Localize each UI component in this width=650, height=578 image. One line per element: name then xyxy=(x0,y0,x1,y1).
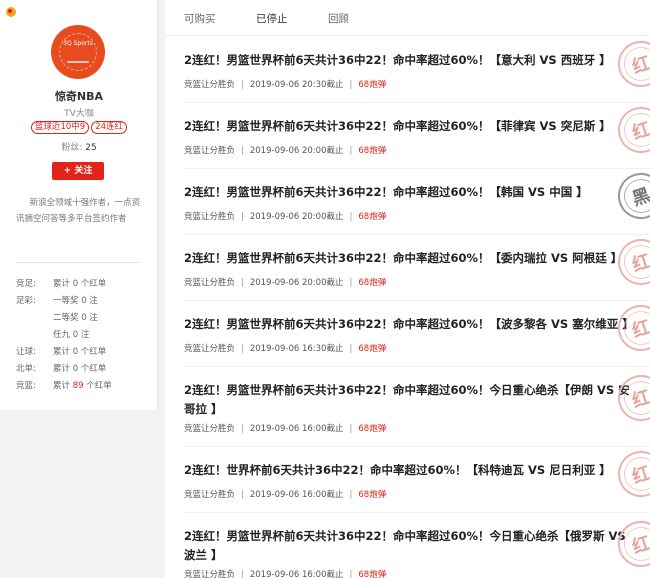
article-item[interactable]: 2连红！男篮世界杯前6天共计36中22！命中率超过60%！今日重心绝杀【伊朗 V… xyxy=(184,367,650,447)
article-item[interactable]: 2连红！男篮世界杯前6天共计36中22！命中率超过60%！【菲律宾 VS 突尼斯… xyxy=(184,101,650,169)
meta-separator: | xyxy=(349,424,353,434)
article-category: 竞篮让分胜负 xyxy=(184,278,236,288)
meta-separator: | xyxy=(241,424,244,434)
stat-row: 任九 0 注 xyxy=(53,330,90,340)
meta-separator: | xyxy=(349,80,353,90)
article-category: 竞篮让分胜负 xyxy=(184,490,236,500)
article-meta: 竞篮让分胜负 | 2019-09-06 16:30截止 | 68炮弹 xyxy=(184,342,386,354)
article-item[interactable]: 2连红！男篮世界杯前6天共计36中22！命中率超过60%！【意大利 VS 西班牙… xyxy=(184,35,650,103)
article-title[interactable]: 2连红！男篮世界杯前6天共计36中22！命中率超过60%！【韩国 VS 中国 】 xyxy=(184,183,639,202)
fans-number: 25 xyxy=(85,143,97,153)
article-title[interactable]: 2连红！男篮世界杯前6天共计36中22！命中率超过60%！【委内瑞拉 VS 阿根… xyxy=(184,249,639,268)
article-price: 68炮弹 xyxy=(358,212,387,222)
result-red-stamp-icon: 红 xyxy=(612,233,650,291)
article-meta: 竞篮让分胜负 | 2019-09-06 16:00截止 | 68炮弹 xyxy=(184,422,386,434)
meta-separator: | xyxy=(241,80,244,90)
follow-button[interactable]: + 关注 xyxy=(52,162,104,180)
article-price: 68炮弹 xyxy=(358,344,387,354)
avatar-laurel xyxy=(67,61,89,63)
article-title[interactable]: 2连红！男篮世界杯前6天共计36中22！命中率超过60%！今日重心绝杀【伊朗 V… xyxy=(184,381,639,419)
author-role: TV大咖 xyxy=(64,109,94,119)
result-red-stamp-icon: 红 xyxy=(612,299,650,357)
article-category: 竞篮让分胜负 xyxy=(184,212,236,222)
article-title[interactable]: 2连红！男篮世界杯前6天共计36中22！命中率超过60%！【菲律宾 VS 突尼斯… xyxy=(184,117,639,136)
meta-separator: | xyxy=(241,278,244,288)
article-deadline: 2019-09-06 20:00截止 xyxy=(249,146,344,156)
meta-separator: | xyxy=(241,212,244,222)
article-meta: 竞篮让分胜负 | 2019-09-06 16:00截止 | 68炮弹 xyxy=(184,488,386,500)
article-deadline: 2019-09-06 16:00截止 xyxy=(249,490,344,500)
stat-row: 竞足: 累计 0 个红单 xyxy=(16,279,107,289)
meta-separator: | xyxy=(349,344,353,354)
article-price: 68炮弹 xyxy=(358,424,387,434)
meta-separator: | xyxy=(241,344,244,354)
article-deadline: 2019-09-06 16:30截止 xyxy=(249,344,344,354)
stat-row: 二等奖 0 注 xyxy=(53,313,98,323)
stat-row: 让球: 累计 0 个红单 xyxy=(16,347,107,357)
result-red-stamp-icon: 红 xyxy=(612,445,650,503)
sidebar-divider xyxy=(16,262,140,263)
site-logo-icon[interactable] xyxy=(6,7,16,17)
article-price: 68炮弹 xyxy=(358,490,387,500)
meta-separator: | xyxy=(241,490,244,500)
avatar-ring xyxy=(59,33,97,71)
article-item[interactable]: 2连红！男篮世界杯前6天共计36中22！命中率超过60%！【委内瑞拉 VS 阿根… xyxy=(184,233,650,301)
article-deadline: 2019-09-06 16:00截止 xyxy=(249,570,344,578)
article-price: 68炮弹 xyxy=(358,146,387,156)
stat-row: 足彩: 一等奖 0 注 xyxy=(16,296,98,306)
article-category: 竞篮让分胜负 xyxy=(184,344,236,354)
article-deadline: 2019-09-06 20:00截止 xyxy=(249,212,344,222)
author-stats: 竞足: 累计 0 个红单 足彩: 一等奖 0 注 二等奖 0 注 任九 0 注 让球… xyxy=(16,276,146,395)
article-deadline: 2019-09-06 20:00截止 xyxy=(249,278,344,288)
article-title[interactable]: 2连红！男篮世界杯前6天共计36中22！命中率超过60%！【波多黎各 VS 塞尔… xyxy=(184,315,639,334)
result-black-stamp-icon: 黑 xyxy=(612,167,650,225)
meta-separator: | xyxy=(349,278,353,288)
author-bio: 新浪全领域十强作者，一点资讯摘空问答等多平台签约作者 xyxy=(16,198,141,224)
article-list-panel: 可购买 已停止 回顾 2连红！男篮世界杯前6天共计36中22！命中率超过60%！… xyxy=(165,0,650,578)
article-meta: 竞篮让分胜负 | 2019-09-06 20:00截止 | 68炮弹 xyxy=(184,276,386,288)
result-red-stamp-icon: 红 xyxy=(612,35,650,93)
tag-win-rate: 篮球近10中9 xyxy=(30,121,90,134)
fans-label: 粉丝: xyxy=(61,143,83,153)
meta-separator: | xyxy=(241,146,244,156)
article-item[interactable]: 2连红！男篮世界杯前6天共计36中22！命中率超过60%！【波多黎各 VS 塞尔… xyxy=(184,299,650,367)
meta-separator: | xyxy=(349,212,353,222)
article-meta: 竞篮让分胜负 | 2019-09-06 20:30截止 | 68炮弹 xyxy=(184,78,386,90)
article-meta: 竞篮让分胜负 | 2019-09-06 16:00截止 | 68炮弹 xyxy=(184,568,386,578)
status-tabs: 可购买 已停止 回顾 xyxy=(165,0,650,36)
tab-stopped[interactable]: 已停止 xyxy=(256,11,288,26)
article-title[interactable]: 2连红！男篮世界杯前6天共计36中22！命中率超过60%！【意大利 VS 西班牙… xyxy=(184,51,639,70)
tab-review[interactable]: 回顾 xyxy=(328,11,349,26)
article-title[interactable]: 2连红！世界杯前6天共计36中22！命中率超过60%！【科特迪瓦 VS 尼日利亚… xyxy=(184,461,639,480)
meta-separator: | xyxy=(349,490,353,500)
tag-streak: 24连红 xyxy=(91,121,128,134)
fans-count: 粉丝: 25 xyxy=(0,140,158,153)
result-red-stamp-icon: 红 xyxy=(612,101,650,159)
stat-row: 竞篮: 累计 89 个红单 xyxy=(16,381,112,391)
article-meta: 竞篮让分胜负 | 2019-09-06 20:00截止 | 68炮弹 xyxy=(184,144,386,156)
article-item[interactable]: 2连红！男篮世界杯前6天共计36中22！命中率超过60%！今日重心绝杀【俄罗斯 … xyxy=(184,513,650,578)
article-category: 竞篮让分胜负 xyxy=(184,570,236,578)
article-price: 68炮弹 xyxy=(358,570,387,578)
article-category: 竞篮让分胜负 xyxy=(184,80,236,90)
article-category: 竞篮让分胜负 xyxy=(184,424,236,434)
article-item[interactable]: 2连红！男篮世界杯前6天共计36中22！命中率超过60%！【韩国 VS 中国 】… xyxy=(184,167,650,235)
article-category: 竞篮让分胜负 xyxy=(184,146,236,156)
author-sidebar: 3Q Sports 惊奇NBA TV大咖 篮球近10中9 24连红 粉丝: 25… xyxy=(0,0,158,410)
article-item[interactable]: 2连红！世界杯前6天共计36中22！命中率超过60%！【科特迪瓦 VS 尼日利亚… xyxy=(184,445,650,513)
article-meta: 竞篮让分胜负 | 2019-09-06 20:00截止 | 68炮弹 xyxy=(184,210,386,222)
tab-purchasable[interactable]: 可购买 xyxy=(184,11,216,26)
article-title[interactable]: 2连红！男篮世界杯前6天共计36中22！命中率超过60%！今日重心绝杀【俄罗斯 … xyxy=(184,527,639,565)
meta-separator: | xyxy=(349,570,353,578)
article-deadline: 2019-09-06 20:30截止 xyxy=(249,80,344,90)
article-deadline: 2019-09-06 16:00截止 xyxy=(249,424,344,434)
article-price: 68炮弹 xyxy=(358,278,387,288)
author-tags: 篮球近10中9 24连红 xyxy=(0,121,158,134)
article-price: 68炮弹 xyxy=(358,80,387,90)
meta-separator: | xyxy=(349,146,353,156)
avatar[interactable]: 3Q Sports xyxy=(51,25,105,79)
meta-separator: | xyxy=(241,570,244,578)
stat-row: 北单: 累计 0 个红单 xyxy=(16,364,107,374)
author-name[interactable]: 惊奇NBA xyxy=(0,88,158,104)
